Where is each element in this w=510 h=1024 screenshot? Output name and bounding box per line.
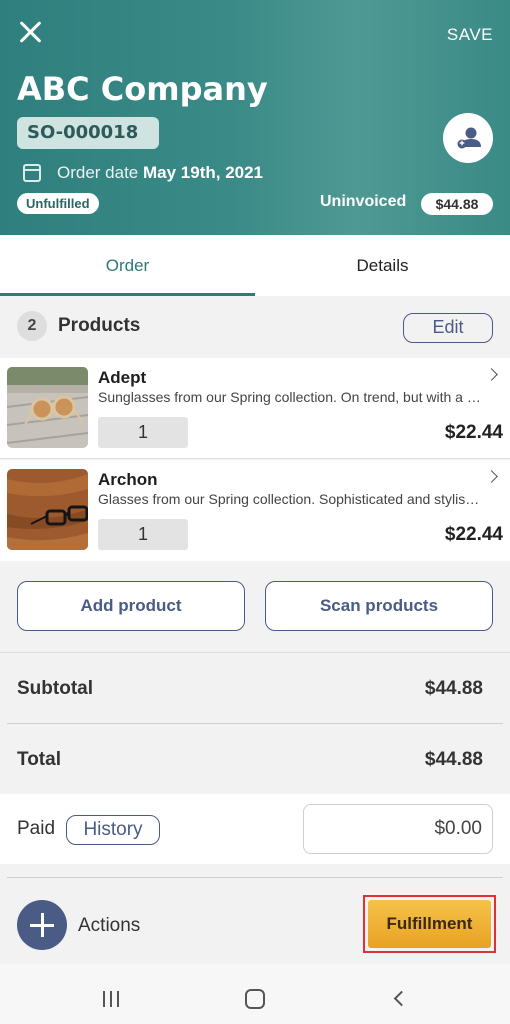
order-header: SAVE ABC Company SO-000018 Order date Ma… <box>0 0 510 235</box>
add-product-button[interactable]: Add product <box>17 581 245 631</box>
order-date-label: Order date <box>57 163 139 182</box>
person-add-icon <box>457 127 481 149</box>
divider <box>7 723 503 724</box>
divider <box>7 877 503 878</box>
fulfillment-button[interactable]: Fulfillment <box>368 900 491 948</box>
tab-bar: Order Details <box>0 235 510 296</box>
subtotal-value: $44.88 <box>424 678 483 699</box>
scan-products-button[interactable]: Scan products <box>265 581 493 631</box>
status-badge: Unfulfilled <box>17 193 99 214</box>
quantity-field[interactable]: 1 <box>98 519 188 550</box>
product-name: Adept <box>98 368 147 387</box>
product-thumbnail <box>7 367 88 448</box>
invoice-amount-badge: $44.88 <box>421 193 493 215</box>
order-date: Order date May 19th, 2021 <box>57 163 263 183</box>
payment-row: Paid History $0.00 <box>0 794 510 864</box>
product-thumbnail <box>7 469 88 550</box>
invoice-status: Uninvoiced <box>320 193 407 210</box>
product-description: Sunglasses from our Spring collection. O… <box>98 389 483 405</box>
edit-products-button[interactable]: Edit <box>403 313 493 343</box>
product-name: Archon <box>98 470 158 489</box>
total-row: Total $44.88 <box>17 749 493 771</box>
total-label: Total <box>17 749 61 770</box>
order-number-badge: SO-000018 <box>17 117 159 149</box>
actions-label[interactable]: Actions <box>78 915 140 937</box>
product-actions: Add product Scan products <box>0 561 510 651</box>
product-price: $22.44 <box>444 422 503 443</box>
company-name: ABC Company <box>17 70 268 108</box>
product-row[interactable]: Archon Glasses from our Spring collectio… <box>0 460 510 561</box>
paid-amount-input[interactable]: $0.00 <box>303 804 493 854</box>
close-icon[interactable] <box>16 18 44 46</box>
subtotal-label: Subtotal <box>17 678 93 699</box>
tab-order[interactable]: Order <box>0 235 255 296</box>
calendar-icon <box>23 164 41 182</box>
product-description: Glasses from our Spring collection. Soph… <box>98 491 483 507</box>
total-value: $44.88 <box>424 749 483 770</box>
tab-details[interactable]: Details <box>255 235 510 296</box>
product-count-badge: 2 <box>17 311 47 341</box>
fulfillment-button-highlight[interactable]: Fulfillment <box>363 895 496 953</box>
paid-label: Paid <box>17 818 56 839</box>
home-icon[interactable] <box>245 989 265 1009</box>
chevron-right-icon <box>485 368 498 381</box>
back-icon[interactable] <box>393 990 410 1007</box>
products-header: 2 Products Edit <box>0 296 510 358</box>
save-button[interactable]: SAVE <box>447 25 493 45</box>
order-date-value: May 19th, 2021 <box>143 163 264 182</box>
product-price: $22.44 <box>444 524 503 545</box>
plus-icon[interactable] <box>17 900 67 950</box>
product-row[interactable]: Adept Sunglasses from our Spring collect… <box>0 358 510 459</box>
system-nav-bar <box>0 964 510 1024</box>
chevron-right-icon <box>485 470 498 483</box>
products-title: Products <box>58 315 141 336</box>
totals-section: Subtotal $44.88 Total $44.88 <box>0 652 510 794</box>
assign-customer-button[interactable] <box>443 113 493 163</box>
footer-bar: Actions Fulfillment <box>0 880 510 964</box>
recent-apps-icon[interactable] <box>103 991 121 1007</box>
quantity-field[interactable]: 1 <box>98 417 188 448</box>
payment-history-button[interactable]: History <box>66 815 160 845</box>
subtotal-row: Subtotal $44.88 <box>17 678 493 700</box>
